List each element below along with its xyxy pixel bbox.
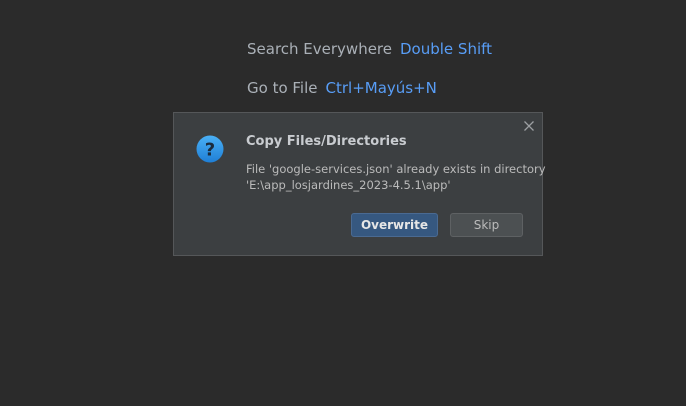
dialog-message: File 'google-services.json' already exis… <box>246 161 546 193</box>
editor-empty-area: Search Everywhere Double Shift Go to File… <box>0 0 686 406</box>
hint-goto-label: Go to File <box>247 79 318 97</box>
skip-button[interactable]: Skip <box>450 213 523 237</box>
copy-files-dialog: ? Copy Files/Directories File 'google-se… <box>173 112 546 256</box>
hint-search-everywhere: Search Everywhere Double Shift <box>247 40 492 58</box>
question-icon: ? <box>196 135 224 163</box>
overwrite-button[interactable]: Overwrite <box>351 213 438 237</box>
dialog-title: Copy Files/Directories <box>246 134 407 149</box>
svg-text:?: ? <box>205 140 215 161</box>
hint-search-shortcut: Double Shift <box>400 40 493 58</box>
hint-search-label: Search Everywhere <box>247 40 392 58</box>
hint-go-to-file: Go to File Ctrl+Mayús+N <box>247 79 437 97</box>
close-icon[interactable] <box>522 118 536 132</box>
message-line-2: 'E:\app_losjardines_2023-4.5.1\app' <box>246 178 451 192</box>
hint-goto-shortcut: Ctrl+Mayús+N <box>325 79 437 97</box>
message-line-1: File 'google-services.json' already exis… <box>246 162 546 176</box>
